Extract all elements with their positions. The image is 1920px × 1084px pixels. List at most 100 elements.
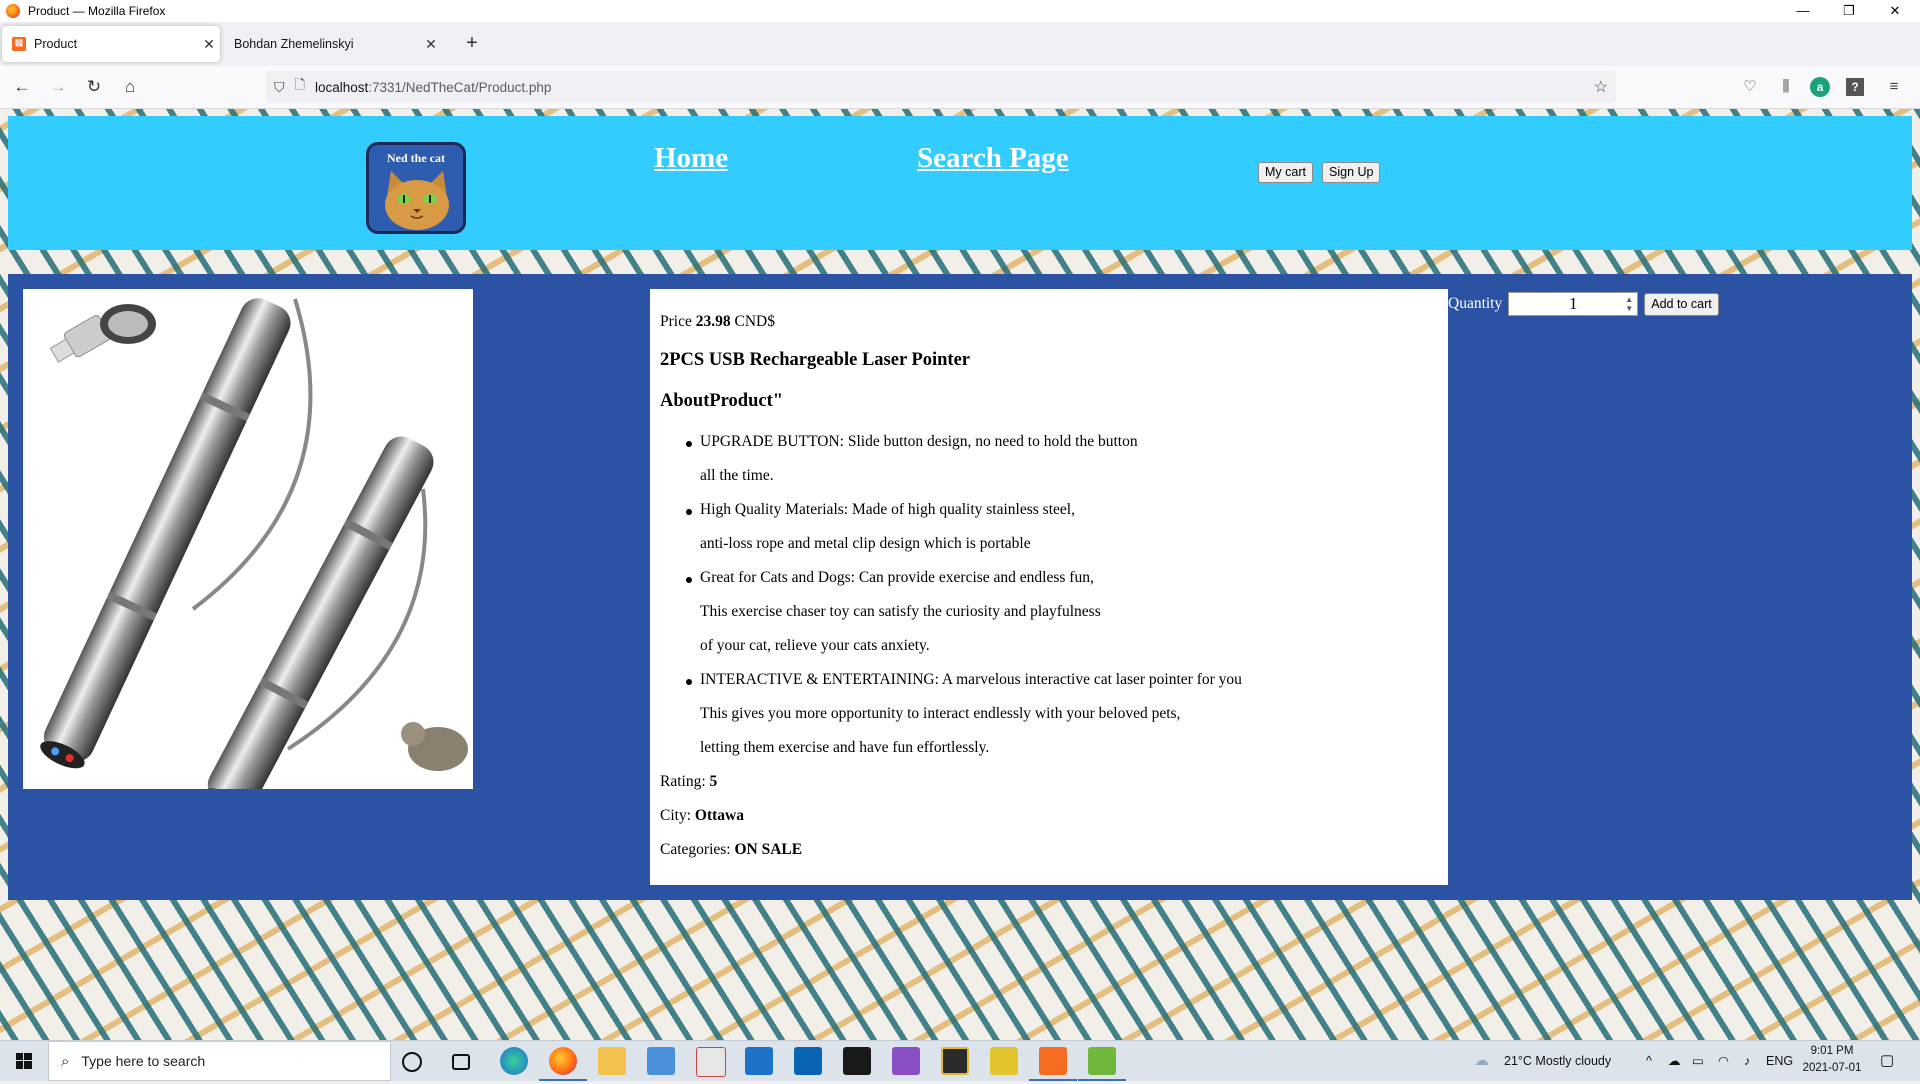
forward-arrow-icon[interactable]: → (44, 74, 72, 100)
window-title-bar: Product — Mozilla Firefox — ❐ ✕ (0, 0, 1920, 22)
rating-label: Rating: (660, 773, 706, 790)
url-path: :7331/NedTheCat/Product.php (368, 79, 552, 95)
checklist-app-icon[interactable] (941, 1047, 969, 1075)
feature-4-line-2: This gives you more opportunity to inter… (700, 705, 1181, 722)
start-button[interactable] (0, 1041, 48, 1081)
price-label: Price (660, 313, 692, 330)
mail-icon[interactable] (745, 1047, 773, 1075)
tab-bohdan[interactable]: Bohdan Zhemelinskyi ✕ (222, 26, 442, 62)
product-name: 2PCS USB Rechargeable Laser Pointer (660, 350, 971, 370)
bullet-dot (686, 441, 692, 447)
url-text[interactable]: localhost:7331/NedTheCat/Product.php (315, 80, 551, 95)
bullet-dot (686, 509, 692, 515)
feature-3-line-2: This exercise chaser toy can satisfy the… (700, 603, 1101, 620)
minimize-button[interactable]: — (1780, 0, 1826, 22)
tab-strip: ⊠ Product ✕ Bohdan Zhemelinskyi ✕ + (0, 22, 1920, 66)
xampp-favicon-icon: ⊠ (12, 37, 26, 51)
clock-date: 2021-07-01 (1802, 1062, 1862, 1074)
taskbar-search-box[interactable]: ⌕ Type here to search (48, 1041, 391, 1081)
site-header: Ned the cat Home Search Page My cart Sig… (8, 116, 1912, 250)
city-label: City: (660, 807, 692, 824)
nav-search-page-link[interactable]: Search Page (917, 142, 1069, 175)
feature-1-line-1: UPGRADE BUTTON: Slide button design, no … (700, 433, 1138, 450)
about-product-heading: AboutProduct" (660, 391, 783, 411)
product-section: Price 23.98 CND$ 2PCS USB Rechargeable L… (8, 274, 1912, 900)
extension-help-icon[interactable]: ? (1846, 78, 1864, 96)
nav-home-link[interactable]: Home (654, 142, 728, 175)
task-view-icon[interactable] (452, 1054, 470, 1070)
add-to-cart-button[interactable]: Add to cart (1644, 292, 1719, 316)
edge-icon[interactable] (500, 1047, 528, 1075)
home-icon[interactable]: ⌂ (116, 74, 144, 100)
wifi-icon[interactable]: ◠ (1718, 1041, 1729, 1081)
tray-chevron-icon[interactable]: ^ (1646, 1041, 1652, 1081)
cat-face-icon (385, 171, 449, 230)
address-bar[interactable]: ⛉ 🗋 localhost:7331/NedTheCat/Product.php… (266, 71, 1616, 103)
firefox-taskbar-icon[interactable] (539, 1047, 587, 1081)
tab-label: Bohdan Zhemelinskyi (234, 37, 354, 51)
account-avatar-icon[interactable]: a (1810, 77, 1830, 97)
search-icon: ⌕ (61, 1052, 70, 1070)
battery-icon[interactable]: ▭ (1692, 1041, 1704, 1081)
terminal-icon[interactable] (843, 1047, 871, 1075)
notepad-plus-plus-icon[interactable] (1078, 1047, 1126, 1081)
tab-product[interactable]: ⊠ Product ✕ (2, 26, 220, 62)
outlook-icon[interactable] (794, 1047, 822, 1075)
feature-2-line-2: anti-loss rope and metal clip design whi… (700, 535, 1031, 552)
library-icon[interactable]: ⫼ (1774, 75, 1798, 99)
feature-2-line-1: High Quality Materials: Made of high qua… (700, 501, 1075, 518)
rating-value: 5 (709, 773, 718, 790)
laser-pointer-image (40, 298, 468, 817)
system-clock[interactable]: 9:01 PM 2021-07-01 (1798, 1043, 1866, 1077)
spinner-arrows-icon[interactable]: ▲ ▼ (1623, 295, 1635, 313)
hamburger-menu-icon[interactable]: ≡ (1882, 75, 1906, 99)
sign-up-button[interactable]: Sign Up (1322, 162, 1381, 183)
reload-icon[interactable]: ↻ (80, 74, 108, 100)
visual-studio-icon[interactable] (892, 1047, 920, 1075)
city-line: City: Ottawa (660, 807, 744, 825)
weather-text[interactable]: 21°C Mostly cloudy (1504, 1041, 1611, 1081)
windows-taskbar: ⌕ Type here to search ☁ 21°C Mostly clou… (0, 1040, 1920, 1081)
page-viewport: Ned the cat Home Search Page My cart Sig… (0, 109, 1920, 1040)
categories-line: Categories: ON SALE (660, 841, 802, 859)
new-tab-plus-icon[interactable]: + (460, 32, 484, 55)
feature-3-line-3: of your cat, relieve your cats anxiety. (700, 637, 930, 654)
pocket-icon[interactable]: ♡ (1738, 75, 1762, 99)
quantity-value: 1 (1569, 294, 1578, 313)
categories-label: Categories: (660, 841, 731, 858)
volume-icon[interactable]: ♪ (1744, 1041, 1750, 1081)
back-arrow-icon[interactable]: ← (8, 74, 36, 100)
feature-1-line-2: all the time. (700, 467, 774, 484)
notifications-icon[interactable]: ▢ (1880, 1041, 1894, 1081)
windows-logo-icon (16, 1053, 32, 1069)
logo-text: Ned the cat (387, 151, 445, 165)
quantity-stepper[interactable]: 1 ▲ ▼ (1508, 292, 1639, 316)
my-cart-button[interactable]: My cart (1258, 162, 1313, 183)
feature-4-line-1: INTERACTIVE & ENTERTAINING: A marvelous … (700, 671, 1242, 688)
file-explorer-icon[interactable] (598, 1047, 626, 1075)
onedrive-icon[interactable]: ☁ (1668, 1041, 1681, 1081)
product-details-panel: Price 23.98 CND$ 2PCS USB Rechargeable L… (650, 289, 1448, 885)
close-window-button[interactable]: ✕ (1872, 0, 1918, 22)
firefox-icon (6, 4, 20, 18)
price-currency: CND$ (734, 313, 775, 330)
snipping-tool-icon[interactable] (696, 1047, 726, 1077)
quantity-controls: Quantity 1 ▲ ▼ Add to cart (1448, 291, 1719, 317)
bullet-dot (686, 577, 692, 583)
price-value: 23.98 (695, 313, 731, 330)
site-logo[interactable]: Ned the cat (366, 142, 466, 234)
quantity-label: Quantity (1448, 295, 1503, 312)
close-tab-icon[interactable]: ✕ (420, 36, 442, 53)
search-placeholder: Type here to search (81, 1053, 206, 1069)
bookmark-star-icon[interactable]: ☆ (1594, 77, 1608, 97)
restore-button[interactable]: ❐ (1826, 0, 1872, 22)
sticky-notes-icon[interactable] (990, 1047, 1018, 1075)
page-info-icon[interactable]: 🗋 (295, 76, 305, 98)
cortana-icon[interactable] (402, 1052, 422, 1072)
remote-desktop-icon[interactable] (647, 1047, 675, 1075)
xampp-icon[interactable] (1029, 1047, 1077, 1081)
weather-cloud-icon[interactable]: ☁ (1474, 1041, 1489, 1081)
close-tab-icon[interactable]: ✕ (198, 36, 220, 53)
language-indicator[interactable]: ENG (1766, 1041, 1793, 1081)
tracking-shield-icon[interactable]: ⛉ (274, 79, 285, 96)
